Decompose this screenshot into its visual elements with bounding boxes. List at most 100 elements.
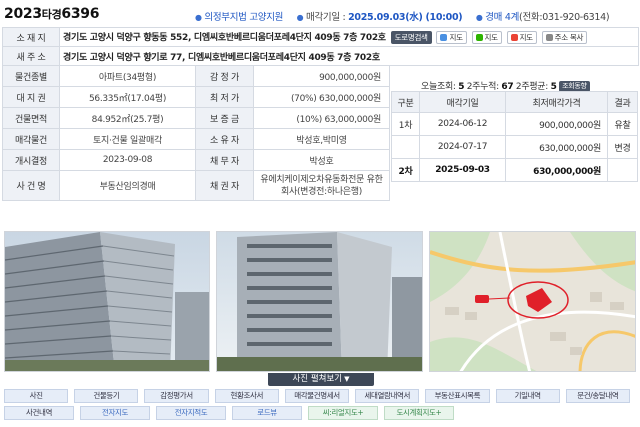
- location-map-image: [430, 232, 635, 371]
- daum-map-icon: [440, 34, 448, 41]
- roadname-search-button[interactable]: 도로명검색: [390, 31, 432, 44]
- case-number: 2023타경6396: [4, 6, 99, 22]
- history-col-date: 매각기일: [419, 91, 506, 113]
- history-price: 630,000,000원: [505, 135, 608, 159]
- document-buttons-row-1: 사진 건물등기 감정평가서 현황조사서 매각물건명세서 세대열람내역서 부동산표…: [4, 389, 636, 403]
- jibun-label: 소 재 지: [2, 27, 60, 47]
- bullet-icon: ●: [475, 13, 483, 22]
- building-photo-1-image: [5, 232, 209, 371]
- photo-expand-toggle[interactable]: 사진 펼쳐보기 ▼: [268, 373, 374, 386]
- history-round: 1차: [391, 112, 420, 136]
- type-label: 물건종별: [2, 65, 60, 87]
- debtor-value: 박성호: [253, 149, 390, 171]
- history-row: 2차 2025-09-03 630,000,000원: [391, 158, 638, 182]
- urban-plan-map-button[interactable]: 도시계획지도+: [384, 406, 454, 420]
- creditor-label: 채 권 자: [195, 170, 254, 201]
- e-cadastral-map-button[interactable]: 전자지적도: [156, 406, 226, 420]
- schedule-history-button[interactable]: 기일내역: [495, 389, 560, 403]
- start-value: 2023-09-08: [59, 149, 196, 171]
- history-date: 2024-06-12: [419, 112, 506, 136]
- appraisal-value: 900,000,000원: [253, 65, 390, 87]
- creditor-value: 유에치케이제오차유동화전문 유한회사(변경전:하나은행): [253, 170, 390, 201]
- history-row: 2024-07-17 630,000,000원 변경: [391, 135, 638, 159]
- type-value[interactable]: 아파트(34평형): [59, 65, 196, 87]
- dept-phone: (전화:031-920-6314): [519, 12, 610, 23]
- min-price-label: 최 저 가: [195, 86, 254, 108]
- history-result: [607, 158, 638, 182]
- deposit-value: (10%) 63,000,000원: [253, 107, 390, 129]
- case-name-value: 부동산임의경매: [59, 170, 196, 201]
- case-type: 타경: [41, 8, 62, 21]
- land-label: 대 지 권: [2, 86, 60, 108]
- owner-value: 박성호,박미영: [253, 128, 390, 150]
- appraisal-report-button[interactable]: 감정평가서: [144, 389, 209, 403]
- building-photo-2[interactable]: [216, 231, 423, 372]
- history-result: 유찰: [607, 112, 638, 136]
- google-map-icon: [510, 34, 518, 41]
- address-row-jibun: 소 재 지 경기도 고양시 덕양구 향동동 552, 디엠씨호반베르디움더포레4…: [2, 27, 640, 47]
- document-buttons-row-2: 사건내역 전자지도 전자지적도 로드뷰 씨:리얼지도+ 도시계획지도+: [4, 406, 636, 420]
- sale-date: 2025.09.03(水) (10:00): [348, 12, 463, 23]
- owner-label: 소 유 자: [195, 128, 254, 150]
- jibun-address: 경기도 고양시 덕양구 향동동 552, 디엠씨호반베르디움더포레4단지 409…: [58, 27, 640, 47]
- copy-address-button[interactable]: 주소 복사: [541, 31, 588, 44]
- building-photo-1[interactable]: [4, 231, 210, 372]
- case-serial: 6396: [61, 6, 100, 22]
- household-record-button[interactable]: 세대열람내역서: [355, 389, 420, 403]
- jibun-address-text: 경기도 고양시 덕양구 향동동 552, 디엠씨호반베르디움더포레4단지 409…: [63, 33, 386, 43]
- bullet-icon: ●: [195, 13, 202, 22]
- header: 2023타경6396 ● 의정부지법 고양지원 ● 매각기일 : 2025.09…: [0, 0, 640, 28]
- case-history-button[interactable]: 사건내역: [4, 406, 74, 420]
- building-registry-button[interactable]: 건물등기: [74, 389, 139, 403]
- case-year: 2023: [4, 6, 42, 22]
- history-col-result: 결과: [607, 91, 638, 113]
- road-address: 경기도 고양시 덕양구 향기로 77, 디엠씨호반베르디움더포레4단지 409동…: [58, 46, 640, 66]
- photo-button[interactable]: 사진: [4, 389, 69, 403]
- location-map[interactable]: [429, 231, 636, 372]
- case-name-label: 사 건 명: [2, 170, 60, 201]
- history-price: 900,000,000원: [505, 112, 608, 136]
- road-label: 새 주 소: [2, 46, 60, 66]
- sale-target-value: 토지·건물 일괄매각: [59, 128, 196, 150]
- copy-address-label: 주소 복사: [554, 33, 584, 42]
- survey-report-button[interactable]: 현황조사서: [214, 389, 279, 403]
- header-info: ● 의정부지법 고양지원 ● 매각기일 : 2025.09.03(水) (10:…: [195, 9, 610, 23]
- property-list-button[interactable]: 부동산표시목록: [425, 389, 490, 403]
- building-photo-2-image: [217, 232, 422, 371]
- sale-target-label: 매각물건: [2, 128, 60, 150]
- google-map-label: 지도: [519, 33, 534, 42]
- history-row: 1차 2024-06-12 900,000,000원 유찰: [391, 112, 638, 136]
- start-label: 개시결정: [2, 149, 60, 171]
- history-round: 2차: [391, 158, 420, 182]
- history-round: [391, 135, 420, 159]
- roadview-button[interactable]: 로드뷰: [232, 406, 302, 420]
- real-map-button[interactable]: 씨:리얼지도+: [308, 406, 378, 420]
- copy-icon: [545, 34, 553, 41]
- google-map-button[interactable]: 지도: [506, 31, 537, 44]
- photo-expand-label: 사진 펼쳐보기: [292, 374, 343, 384]
- sale-statement-button[interactable]: 매각물건명세서: [284, 389, 350, 403]
- history-header: 구분 매각기일 최저매각가격 결과: [391, 91, 638, 113]
- history-col-price: 최저매각가격: [505, 91, 608, 113]
- court-name: 의정부지법 고양지원: [204, 12, 284, 23]
- history-date: 2025-09-03: [419, 158, 506, 182]
- document-delivery-button[interactable]: 문건/송달내역: [565, 389, 630, 403]
- min-price-value: (70%) 630,000,000원: [253, 86, 390, 108]
- sale-date-label: 매각기일 :: [306, 12, 346, 23]
- dept-name: 경매 4계: [485, 12, 520, 23]
- debtor-label: 채 무 자: [195, 149, 254, 171]
- history-price: 630,000,000원: [505, 158, 608, 182]
- history-date: 2024-07-17: [419, 135, 506, 159]
- naver-map-icon: [475, 34, 483, 41]
- building-value: 84.952㎡(25.7평): [59, 107, 196, 129]
- address-row-road: 새 주 소 경기도 고양시 덕양구 향기로 77, 디엠씨호반베르디움더포레4단…: [2, 46, 640, 66]
- daum-map-button[interactable]: 지도: [436, 31, 467, 44]
- land-value: 56.335㎡(17.04평): [59, 86, 196, 108]
- naver-map-button[interactable]: 지도: [471, 31, 502, 44]
- history-result: 변경: [607, 135, 638, 159]
- naver-map-label: 지도: [484, 33, 499, 42]
- e-map-button[interactable]: 전자지도: [80, 406, 150, 420]
- chevron-down-icon: ▼: [344, 375, 350, 383]
- sale-history-table: 구분 매각기일 최저매각가격 결과 1차 2024-06-12 900,000,…: [391, 91, 638, 182]
- appraisal-label: 감 정 가: [195, 65, 254, 87]
